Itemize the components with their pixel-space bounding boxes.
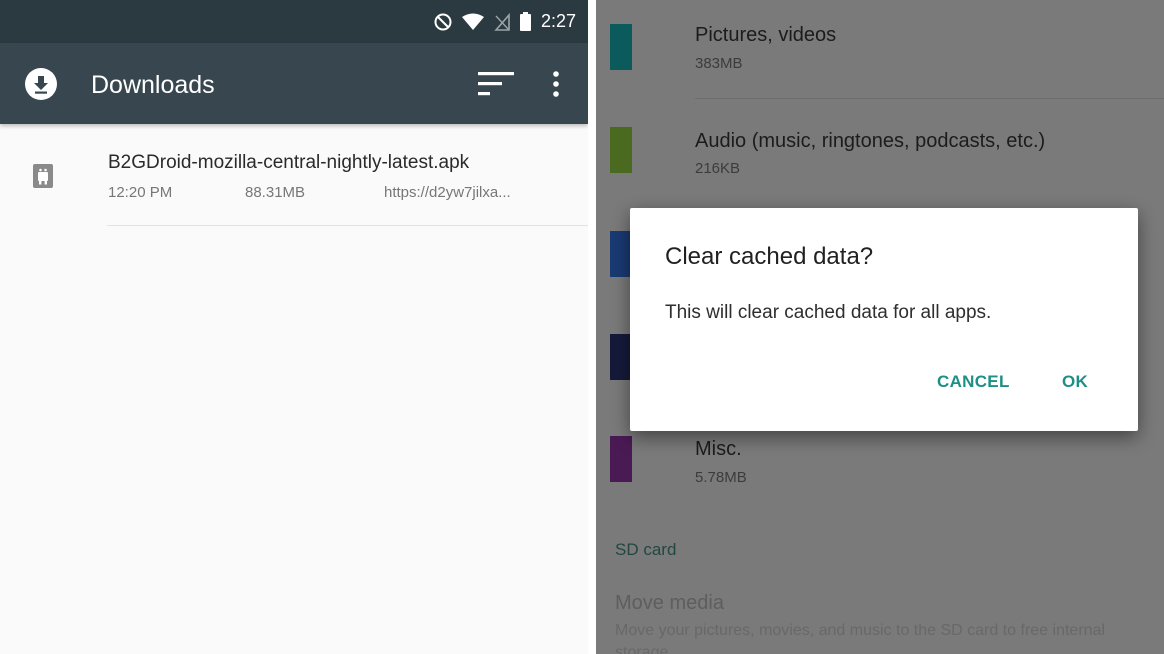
section-header-sd-card: SD card — [615, 540, 677, 559]
panel-gap — [588, 0, 596, 654]
status-bar: 2:27 — [0, 0, 588, 43]
app-bar: Downloads — [0, 43, 588, 124]
ok-button[interactable]: OK — [1062, 372, 1088, 392]
wifi-icon — [461, 13, 484, 30]
category-color-swatch — [610, 127, 632, 173]
page-title: Downloads — [91, 71, 215, 99]
storage-category-audio[interactable]: Audio (music, ringtones, podcasts, etc.)… — [596, 100, 1164, 210]
category-name: Misc. — [695, 438, 742, 460]
category-size: 383MB — [695, 55, 743, 72]
cancel-button[interactable]: CANCEL — [937, 372, 1010, 392]
download-size: 88.31MB — [245, 184, 306, 201]
category-color-swatch — [610, 436, 632, 482]
storage-category-pictures[interactable]: Pictures, videos 383MB — [596, 0, 1164, 100]
category-name: Pictures, videos — [695, 24, 837, 46]
category-name: Audio (music, ringtones, podcasts, etc.) — [695, 130, 1046, 152]
category-color-swatch — [610, 231, 632, 277]
apk-file-icon — [33, 164, 53, 188]
no-sim-icon — [494, 12, 510, 31]
move-media-title[interactable]: Move media — [615, 592, 724, 615]
download-filename: B2GDroid-mozilla-central-nightly-latest.… — [108, 152, 470, 173]
sort-icon[interactable] — [478, 71, 514, 97]
do-not-disturb-icon — [434, 13, 452, 30]
dialog-message: This will clear cached data for all apps… — [665, 302, 992, 323]
category-color-swatch — [610, 334, 632, 380]
status-time: 2:27 — [540, 11, 576, 31]
move-media-description: Move your pictures, movies, and music to… — [615, 622, 1105, 654]
dialog-title: Clear cached data? — [665, 243, 874, 270]
clear-cache-dialog: Clear cached data? This will clear cache… — [630, 208, 1138, 431]
download-source: https://d2yw7jilxa... — [384, 184, 511, 201]
divider — [695, 98, 1164, 99]
download-time: 12:20 PM — [108, 184, 173, 201]
category-color-swatch — [610, 24, 632, 70]
divider — [107, 225, 588, 226]
download-circle-icon — [25, 68, 57, 100]
overflow-menu-icon[interactable] — [552, 71, 560, 97]
category-size: 216KB — [695, 160, 741, 177]
battery-icon — [519, 12, 531, 31]
category-size: 5.78MB — [695, 469, 747, 486]
downloads-screen: 2:27 Downloads B2GDroid-mozilla-central-… — [0, 0, 588, 654]
download-list-item[interactable]: B2GDroid-mozilla-central-nightly-latest.… — [0, 124, 588, 226]
